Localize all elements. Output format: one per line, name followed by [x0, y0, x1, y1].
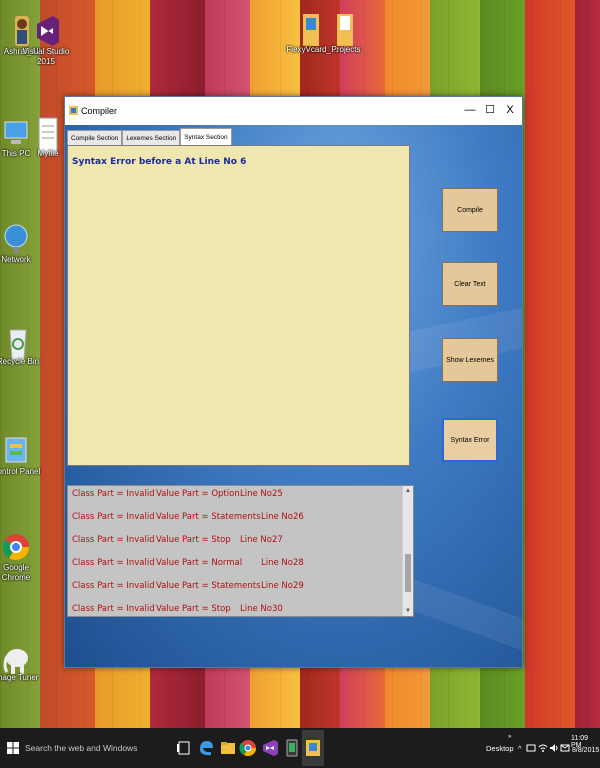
value-part-text: Value Part = Stop	[156, 535, 231, 545]
wifi-icon[interactable]	[538, 743, 548, 753]
scroll-up-icon[interactable]: ▲	[403, 486, 413, 496]
scroll-down-icon[interactable]: ▼	[403, 606, 413, 616]
class-part-text: Class Part = Invalid	[72, 581, 155, 591]
clear-text-button[interactable]: Clear Text	[442, 262, 498, 306]
list-item: Class Part = Invalid Value Part = Stop L…	[72, 529, 401, 552]
desktop-icon-recycle-bin[interactable]: Recycle Bin	[0, 324, 44, 367]
line-number-text: Line No27	[240, 535, 283, 545]
list-item: Class Part = Invalid Value Part = Statem…	[72, 506, 401, 529]
minimize-button[interactable]: —	[461, 102, 479, 118]
class-part-text: Class Part = Invalid	[72, 604, 155, 614]
desktop-icon-label: Projects	[331, 45, 361, 54]
line-number-text: Line No25	[240, 489, 283, 499]
app-icon	[69, 106, 78, 115]
tab-syntax-section[interactable]: Syntax Section	[180, 128, 232, 146]
desktop-icon-network[interactable]: Network	[0, 222, 42, 265]
recycle-bin-icon	[3, 324, 33, 361]
value-part-text: Value Part = Stop	[156, 604, 231, 614]
message-icon[interactable]	[560, 743, 570, 753]
clock-date[interactable]: 8/8/2015	[572, 747, 599, 754]
taskbar: Search the web and Windows Desktop » ^ 1…	[0, 728, 600, 768]
desktop-icon-chrome[interactable]: Google Chrome	[0, 530, 42, 583]
control-panel-icon	[1, 434, 31, 464]
scrollbar-thumb[interactable]	[405, 554, 411, 592]
value-part-text: Value Part = Statements	[156, 581, 261, 591]
value-part-text: Value Part = Normal	[156, 558, 243, 568]
window-client-area: Compile Section Lexemes Section Syntax S…	[65, 125, 522, 667]
line-number-text: Line No30	[240, 604, 283, 614]
desktop-toolbar-label[interactable]: Desktop	[486, 744, 514, 753]
maximize-button[interactable]: ☐	[481, 102, 499, 118]
compiler-window: Compiler — ☐ X Compile Section Lexemes S…	[64, 96, 523, 668]
list-item: Class Part = Invalid Value Part = Statem…	[72, 575, 401, 598]
value-part-text: Value Part = Statements	[156, 512, 261, 522]
taskbar-search-box[interactable]: Search the web and Windows	[25, 743, 137, 753]
close-button[interactable]: X	[501, 102, 519, 118]
class-part-text: Class Part = Invalid	[72, 535, 155, 545]
toolbar-chevron-icon[interactable]: »	[508, 734, 511, 740]
document-icon	[33, 116, 63, 155]
show-lexemes-button[interactable]: Show Lexemes	[442, 338, 498, 382]
desktop-icon-visual-studio[interactable]: Visual Studio 2015	[20, 14, 72, 67]
line-number-text: Line No28	[261, 558, 304, 568]
desktop-icon-label: Google Chrome	[1, 563, 31, 582]
device-app-icon[interactable]	[282, 738, 302, 758]
edge-icon[interactable]	[196, 738, 216, 758]
windows-start-icon[interactable]	[7, 742, 19, 754]
compiler-taskbar-icon[interactable]	[303, 738, 323, 758]
chrome-taskbar-icon[interactable]	[238, 738, 258, 758]
list-item: Class Part = Invalid Value Part = Stop L…	[72, 598, 401, 616]
syntax-output-textbox[interactable]: Syntax Error before a At Line No 6	[67, 145, 410, 466]
window-titlebar[interactable]: Compiler — ☐ X	[65, 97, 522, 125]
syntax-error-button[interactable]: Syntax Error	[442, 418, 498, 462]
desktop-icon-label: Visual Studio 2015	[22, 47, 70, 66]
notification-icon[interactable]	[526, 743, 536, 753]
file-explorer-icon[interactable]	[218, 738, 238, 758]
chrome-icon	[1, 530, 31, 561]
desktop-icon-label: Control Panel	[0, 467, 41, 476]
list-item: Class Part = Invalid Value Part = Option…	[72, 486, 401, 506]
line-number-text: Line No26	[261, 512, 304, 522]
class-part-text: Class Part = Invalid	[72, 489, 155, 499]
network-icon	[1, 222, 31, 253]
elephant-icon	[1, 640, 31, 674]
syntax-error-message: Syntax Error before a At Line No 6	[72, 157, 247, 167]
line-number-text: Line No29	[261, 581, 304, 591]
show-hidden-icons-icon[interactable]: ^	[518, 744, 522, 753]
tab-compile-section[interactable]: Compile Section	[67, 130, 123, 146]
visual-studio-taskbar-icon[interactable]	[260, 738, 280, 758]
tab-lexemes-section[interactable]: Lexemes Section	[122, 130, 181, 146]
desktop-icon-label: Network	[1, 255, 31, 264]
desktop-icon-projects[interactable]: Projects	[320, 12, 372, 55]
task-view-icon[interactable]	[174, 738, 194, 758]
class-part-text: Class Part = Invalid	[72, 512, 155, 522]
volume-icon[interactable]	[549, 743, 559, 753]
tab-strip: Compile Section Lexemes Section Syntax S…	[67, 128, 232, 146]
value-part-text: Value Part = Option	[156, 489, 240, 499]
visual-studio-icon	[31, 14, 61, 46]
folder-icon	[331, 12, 361, 46]
desktop-icon-image-tuner[interactable]: Image Tuner	[0, 640, 42, 683]
desktop-icon-label: Recycle Bin	[0, 357, 40, 366]
class-part-text: Class Part = Invalid	[72, 558, 155, 568]
window-title: Compiler	[81, 106, 118, 116]
list-item: Class Part = Invalid Value Part = Normal…	[72, 552, 401, 575]
lexeme-output-list[interactable]: Class Part = Invalid Value Part = Option…	[67, 485, 414, 617]
desktop-icon-control-panel[interactable]: Control Panel	[0, 434, 42, 477]
vertical-scrollbar[interactable]: ▲ ▼	[402, 486, 413, 616]
desktop-icon-label: Image Tuner	[0, 673, 39, 682]
compile-button[interactable]: Compile	[442, 188, 498, 232]
